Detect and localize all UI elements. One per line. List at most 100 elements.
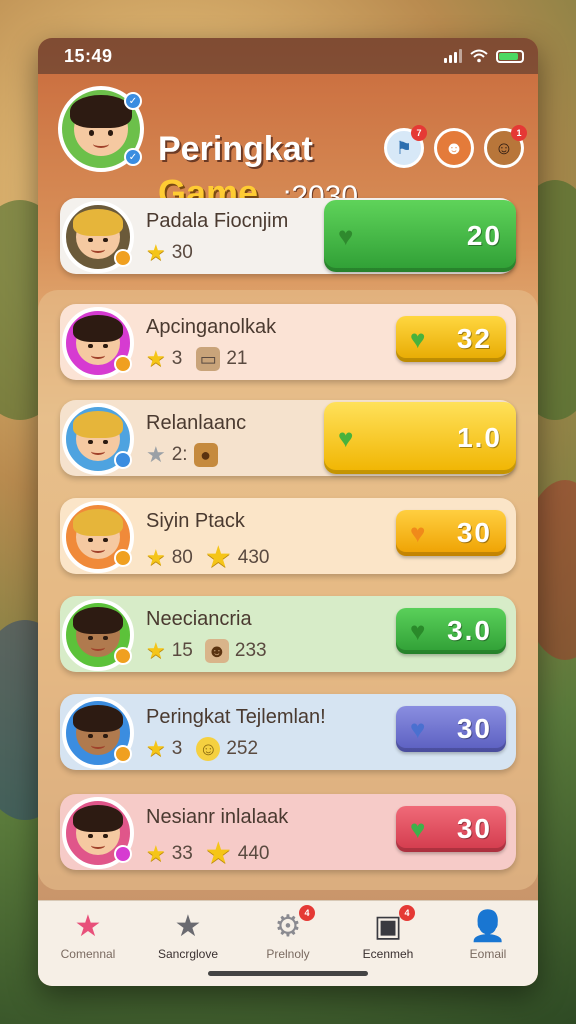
user-avatar[interactable]: ✓ ✓ bbox=[58, 86, 144, 172]
player-stats: ★ 80 ★ 430 bbox=[146, 540, 269, 575]
score-value: 30 bbox=[456, 713, 492, 744]
player-stats: ★ 15 ☻ 233 bbox=[146, 638, 267, 664]
star-icon: ★ bbox=[146, 736, 166, 761]
star-count: 2: bbox=[171, 444, 188, 465]
big-star-icon: ★ bbox=[204, 541, 232, 574]
page-title: Peringkat bbox=[158, 130, 313, 168]
tab-ecenmeh[interactable]: ▣ 4 Ecenmeh bbox=[343, 905, 433, 961]
heart-icon: ♥ bbox=[410, 714, 426, 744]
player-row[interactable]: Neeciancria ★ 15 ☻ 233 ♥ 3.0 bbox=[60, 596, 516, 672]
tab-sancrglove[interactable]: ★ Sancrglove bbox=[143, 909, 233, 962]
player-stats: ★ 3 ▭ 21 bbox=[146, 346, 247, 372]
star-icon: ★ bbox=[74, 909, 102, 943]
level-badge-icon bbox=[114, 549, 132, 567]
star-count: 30 bbox=[171, 242, 193, 263]
header-icons: ⚑ 7 ☻ ☺ 1 bbox=[384, 125, 527, 168]
tab-comennal[interactable]: ★ Comennal bbox=[43, 909, 133, 962]
heart-icon: ♥ bbox=[338, 423, 354, 453]
score-button[interactable]: ♥ 20 bbox=[324, 200, 516, 272]
character-icon: ☻ bbox=[204, 639, 229, 663]
tab-label: Prelnoly bbox=[266, 947, 310, 961]
score-button[interactable]: ♥ 30 bbox=[396, 510, 506, 556]
player-row[interactable]: Relanlaanc ★ 2: ● ♥ 1.0 bbox=[60, 400, 516, 476]
status-bar: 15:49 bbox=[38, 38, 538, 74]
player-avatar bbox=[62, 201, 134, 273]
heart-icon: ♥ bbox=[410, 814, 426, 844]
wifi-icon bbox=[470, 49, 488, 63]
signal-icon bbox=[444, 49, 462, 63]
star-count: 3 bbox=[171, 348, 183, 369]
verified-icon: ✓ bbox=[124, 148, 142, 166]
player-row[interactable]: Siyin Ptack ★ 80 ★ 430 ♥ 30 bbox=[60, 498, 516, 574]
chest-icon: ▭ bbox=[196, 347, 221, 371]
score-button[interactable]: ♥ 30 bbox=[396, 706, 506, 752]
score-value: 3.0 bbox=[447, 615, 492, 646]
score-value: 30 bbox=[456, 813, 492, 844]
player-name: Peringkat Tejlemlan! bbox=[146, 706, 326, 728]
tab-prelnoly[interactable]: ⚙ 4 Prelnoly bbox=[243, 905, 333, 961]
player-avatar bbox=[62, 797, 134, 869]
player-avatar bbox=[62, 307, 134, 379]
score-button[interactable]: ♥ 3.0 bbox=[396, 608, 506, 654]
user-icon: 👤 bbox=[469, 909, 507, 943]
score-button[interactable]: ♥ 30 bbox=[396, 806, 506, 852]
level-badge-icon bbox=[114, 647, 132, 665]
star-icon: ★ bbox=[146, 346, 166, 371]
star-count: 15 bbox=[171, 640, 193, 661]
player-name: Neeciancria bbox=[146, 608, 252, 630]
player-name: Apcinganolkak bbox=[146, 316, 277, 338]
item-count: 252 bbox=[226, 738, 259, 759]
phone-screen: 15:49 ✓ ✓ Peringkat Game :2030 ⚑7 ☻ ☺1 bbox=[38, 38, 538, 986]
status-time: 15:49 bbox=[64, 45, 113, 66]
star-icon: ★ bbox=[146, 442, 166, 467]
star-outline-icon: ★ bbox=[174, 909, 202, 943]
level-badge-icon bbox=[114, 249, 132, 267]
star-icon: ★ bbox=[146, 544, 166, 570]
star-count: 33 bbox=[171, 842, 193, 864]
star-icon: ★ bbox=[146, 240, 166, 265]
pet-icon: ● bbox=[193, 443, 218, 467]
score-button[interactable]: ♥ 32 bbox=[396, 316, 506, 362]
friend-avatar-icon[interactable]: ☺ 1 bbox=[484, 125, 527, 168]
player-stats: ★ 33 ★ 440 bbox=[146, 836, 269, 871]
tab-eomail[interactable]: 👤 Eomail bbox=[443, 909, 533, 962]
score-button[interactable]: ♥ 1.0 bbox=[324, 402, 516, 474]
player-name: Siyin Ptack bbox=[146, 510, 245, 532]
player-row[interactable]: Peringkat Tejlemlan! ★ 3 ☺ 252 ♥ 30 bbox=[60, 694, 516, 770]
badge-icon[interactable]: ⚑ 7 bbox=[384, 125, 427, 168]
star-icon: ★ bbox=[146, 638, 166, 663]
smiley-icon: ☺ bbox=[196, 737, 221, 761]
player-avatar bbox=[62, 697, 134, 769]
player-row[interactable]: Apcinganolkak ★ 3 ▭ 21 ♥ 32 bbox=[60, 304, 516, 380]
verified-icon: ✓ bbox=[124, 92, 142, 110]
player-avatar bbox=[62, 599, 134, 671]
notification-badge: 4 bbox=[299, 905, 315, 921]
header: ✓ ✓ Peringkat Game :2030 ⚑ 7 ☻ ☺ 1 bbox=[38, 80, 538, 213]
heart-icon: ♥ bbox=[410, 518, 426, 548]
score-value: 1.0 bbox=[457, 422, 502, 453]
star-count: 3 bbox=[171, 738, 183, 759]
score-value: 20 bbox=[466, 220, 502, 251]
tab-label: Ecenmeh bbox=[362, 947, 414, 961]
level-badge-icon bbox=[114, 355, 132, 373]
heart-icon: ♥ bbox=[410, 324, 426, 354]
player-name: Relanlaanc bbox=[146, 412, 247, 434]
battery-icon bbox=[496, 49, 524, 63]
level-badge-icon bbox=[114, 845, 132, 863]
player-name: Padala Fiocnjim bbox=[146, 210, 289, 232]
tab-label: Eomail bbox=[469, 947, 507, 961]
player-name: Nesianr inlalaak bbox=[146, 806, 289, 828]
top-player-row[interactable]: Padala Fiocnjim ★ 30 ♥ 20 bbox=[60, 198, 516, 274]
item-count: 430 bbox=[237, 546, 270, 568]
item-count: 21 bbox=[226, 348, 248, 369]
tab-label: Sancrglove bbox=[157, 947, 219, 961]
owl-icon[interactable]: ☻ bbox=[434, 128, 474, 168]
home-indicator[interactable] bbox=[208, 971, 368, 976]
player-row[interactable]: Nesianr inlalaak ★ 33 ★ 440 ♥ 30 bbox=[60, 794, 516, 870]
score-value: 32 bbox=[456, 323, 492, 354]
tab-label: Comennal bbox=[60, 947, 116, 961]
system-icons bbox=[444, 49, 524, 63]
heart-icon: ♥ bbox=[338, 221, 354, 251]
player-avatar bbox=[62, 403, 134, 475]
star-count: 80 bbox=[171, 546, 193, 568]
